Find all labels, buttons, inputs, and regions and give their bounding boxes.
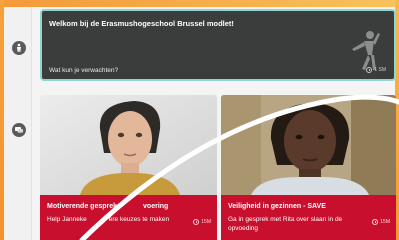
- course-duration-label: 15M: [201, 219, 211, 225]
- top-border: [0, 0, 399, 7]
- course-description: Ga in gesprek met Rita over slaan in de …: [228, 216, 343, 232]
- course-title: Motiverende gesprek voering: [47, 203, 169, 210]
- sidebar: [4, 7, 32, 240]
- avatar-image-janneke: [40, 95, 217, 195]
- intro-duration: 1 SM: [366, 67, 386, 73]
- person-icon[interactable]: [12, 41, 26, 55]
- course-duration: 15M: [193, 219, 211, 225]
- clock-icon: [366, 67, 373, 73]
- intro-title: Welkom bij de Erasmushogeschool Brussel …: [49, 19, 234, 28]
- intro-duration-label: 1 SM: [374, 67, 386, 73]
- course-duration: 15M: [372, 219, 390, 225]
- chat-icon[interactable]: [12, 123, 26, 137]
- course-title: Veiligheid in gezinnen - SAVE: [228, 203, 326, 210]
- course-info-panel: Veiligheid in gezinnen - SAVE Ga in gesp…: [221, 195, 396, 240]
- course-card-motiverende[interactable]: Motiverende gesprek voering Help Janneke e…: [40, 95, 217, 240]
- course-description: Help Janneke ere keuzes te maken: [47, 216, 170, 223]
- course-info-panel: Motiverende gesprek voering Help Janneke e…: [40, 195, 217, 240]
- clock-icon: [372, 219, 379, 225]
- intro-module-card[interactable]: Welkom bij de Erasmushogeschool Brussel …: [40, 9, 396, 81]
- course-card-save[interactable]: Veiligheid in gezinnen - SAVE Ga in gesp…: [221, 95, 396, 240]
- clock-icon: [193, 219, 200, 225]
- avatar-image-rita: [221, 95, 396, 195]
- course-duration-label: 15M: [380, 219, 390, 225]
- intro-subtitle: Wat kun je verwachten?: [49, 67, 119, 74]
